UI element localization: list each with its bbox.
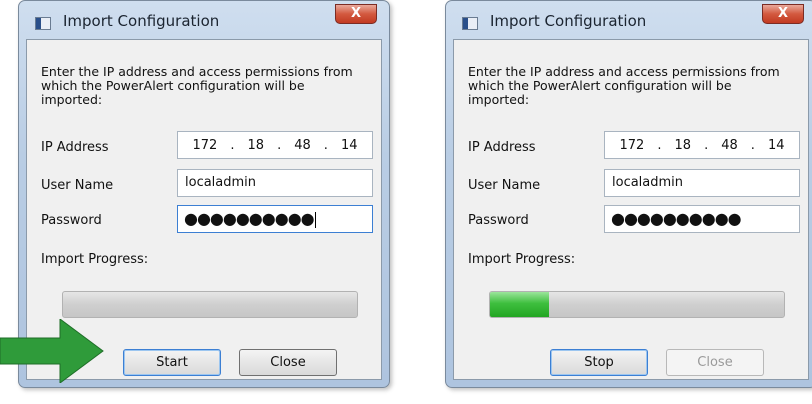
password-field[interactable]: ●●●●●●●●●● bbox=[177, 205, 373, 233]
close-window-button[interactable]: X bbox=[335, 4, 377, 24]
password-label: Password bbox=[468, 213, 529, 228]
arrow-shape bbox=[0, 319, 104, 383]
dialog-title: Import Configuration bbox=[490, 12, 647, 30]
ip-octet-4: 14 bbox=[340, 137, 358, 153]
ip-octet-1: 172 bbox=[619, 137, 645, 153]
ip-dot: . bbox=[230, 137, 235, 153]
ip-dot: . bbox=[323, 137, 328, 153]
user-name-field[interactable]: localadmin bbox=[177, 169, 373, 197]
password-mask: ●●●●●●●●●● bbox=[184, 209, 315, 228]
user-name-field[interactable]: localadmin bbox=[604, 169, 800, 197]
password-field[interactable]: ●●●●●●●●●● bbox=[604, 205, 800, 233]
ip-octet-2: 18 bbox=[247, 137, 265, 153]
green-arrow-icon bbox=[0, 319, 104, 383]
description-text: Enter the IP address and access permissi… bbox=[41, 64, 353, 107]
dialog-body: Enter the IP address and access permissi… bbox=[453, 39, 809, 380]
title-bar: Import Configuration X bbox=[19, 1, 389, 39]
user-name-label: User Name bbox=[41, 178, 114, 193]
description-text: Enter the IP address and access permissi… bbox=[468, 64, 780, 107]
ip-dot: . bbox=[750, 137, 755, 153]
window-icon bbox=[462, 17, 478, 30]
ip-octet-4: 14 bbox=[767, 137, 785, 153]
user-name-label: User Name bbox=[468, 178, 541, 193]
progress-fill bbox=[490, 292, 549, 317]
ip-address-field[interactable]: 172 . 18 . 48 . 14 bbox=[604, 131, 800, 159]
ip-octet-2: 18 bbox=[674, 137, 692, 153]
ip-octet-3: 48 bbox=[721, 137, 738, 153]
ip-dot: . bbox=[277, 137, 282, 153]
window-icon bbox=[35, 17, 51, 30]
dialog-title: Import Configuration bbox=[63, 12, 220, 30]
close-button[interactable]: Close bbox=[239, 349, 337, 376]
close-button: Close bbox=[666, 349, 764, 376]
user-name-value: localadmin bbox=[612, 175, 684, 190]
start-button[interactable]: Start bbox=[123, 349, 221, 376]
ip-octet-3: 48 bbox=[294, 137, 311, 153]
ip-dot: . bbox=[657, 137, 662, 153]
title-bar: Import Configuration X bbox=[446, 1, 812, 39]
ip-octet-1: 172 bbox=[192, 137, 218, 153]
ip-address-label: IP Address bbox=[468, 140, 536, 155]
import-progress-bar bbox=[62, 291, 358, 318]
close-window-button[interactable]: X bbox=[762, 4, 804, 24]
text-caret bbox=[314, 211, 316, 228]
import-progress-bar bbox=[489, 291, 785, 318]
import-configuration-dialog-right: Import Configuration X Enter the IP addr… bbox=[445, 0, 812, 388]
stop-button[interactable]: Stop bbox=[550, 349, 648, 376]
import-progress-label: Import Progress: bbox=[41, 252, 149, 267]
ip-address-label: IP Address bbox=[41, 140, 109, 155]
password-label: Password bbox=[41, 213, 102, 228]
ip-address-field[interactable]: 172 . 18 . 48 . 14 bbox=[177, 131, 373, 159]
import-progress-label: Import Progress: bbox=[468, 252, 576, 267]
ip-dot: . bbox=[704, 137, 709, 153]
password-mask: ●●●●●●●●●● bbox=[611, 209, 742, 228]
user-name-value: localadmin bbox=[185, 175, 257, 190]
